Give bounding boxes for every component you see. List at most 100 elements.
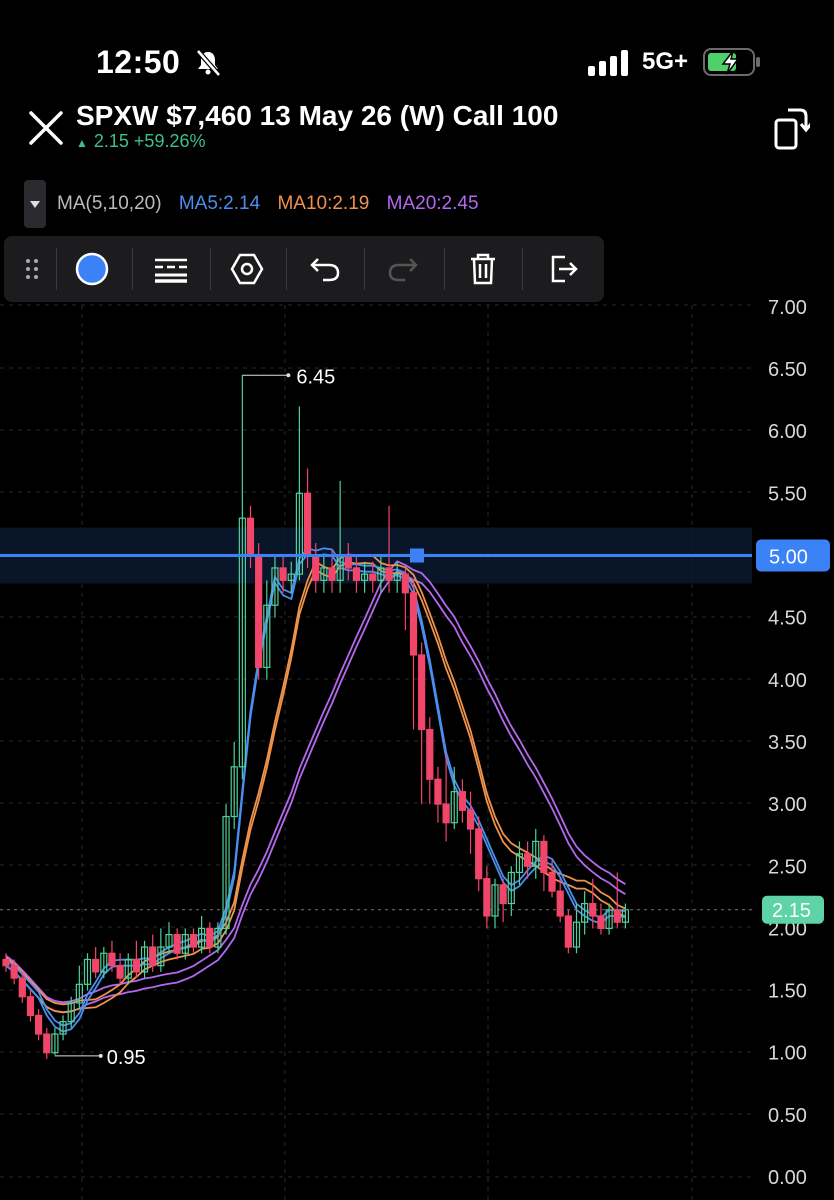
- candle: [75, 965, 83, 1010]
- candle: [255, 543, 263, 680]
- candle-body: [385, 567, 393, 581]
- y-axis-label: 6.50: [768, 359, 807, 381]
- line-style-icon[interactable]: [140, 236, 202, 302]
- candle-body: [246, 517, 255, 557]
- candle-body: [564, 915, 572, 948]
- candle: [418, 642, 426, 805]
- candle-body: [279, 567, 287, 581]
- ma10-line: [5, 561, 626, 1014]
- candle-body: [523, 853, 532, 867]
- candle: [2, 953, 10, 972]
- candle: [597, 903, 605, 935]
- candle-body: [26, 996, 35, 1017]
- redo-icon[interactable]: [372, 236, 434, 302]
- y-axis-label: 7.00: [768, 297, 807, 319]
- candle: [230, 741, 238, 829]
- candle: [173, 928, 181, 960]
- candle-body: [189, 934, 198, 948]
- y-axis-label: 5.50: [768, 483, 807, 505]
- candle-body: [540, 840, 548, 874]
- candle: [92, 947, 100, 979]
- candle: [189, 928, 198, 954]
- candle: [483, 866, 491, 929]
- candle-body: [499, 884, 507, 905]
- undo-icon[interactable]: [294, 236, 356, 302]
- candle: [409, 580, 418, 730]
- y-axis-label: 6.00: [768, 421, 807, 443]
- high-marker-dot: [286, 373, 291, 378]
- candle-body: [483, 878, 491, 917]
- candle: [475, 816, 483, 892]
- exit-icon[interactable]: [532, 236, 594, 302]
- candle: [507, 866, 515, 916]
- ma20-band-line: [5, 560, 626, 1004]
- y-axis-label: 1.00: [768, 1043, 807, 1065]
- candle-body: [597, 915, 605, 929]
- settings-hexagon-icon[interactable]: [216, 236, 278, 302]
- price-chart[interactable]: 7.00 6.50 6.00 5.50 5.00 4.50 4.00 3.50 3.00 2.50…: [0, 0, 834, 1200]
- candle: [34, 1009, 43, 1041]
- candle-body: [312, 554, 320, 581]
- low-marker-dot: [98, 1053, 103, 1058]
- y-axis-label: 4.00: [768, 670, 807, 692]
- trash-icon[interactable]: [452, 236, 514, 302]
- candle-body: [116, 965, 124, 979]
- candle-body: [206, 927, 214, 948]
- candle-body: [92, 958, 100, 973]
- candle: [532, 828, 540, 879]
- candle: [434, 766, 442, 823]
- last-price-label: 2.15: [772, 900, 811, 922]
- candle-body: [418, 654, 426, 731]
- candle: [491, 878, 499, 929]
- candle-body: [108, 952, 116, 967]
- candle: [499, 878, 507, 923]
- candle: [556, 878, 564, 923]
- y-axis-label: 4.50: [768, 608, 807, 630]
- high-marker-label: 6.45: [296, 366, 335, 388]
- candle: [83, 953, 92, 991]
- candle-body: [255, 554, 263, 668]
- candle: [26, 990, 35, 1022]
- candle: [581, 891, 589, 935]
- candle: [466, 791, 475, 854]
- candle: [401, 567, 409, 631]
- candle: [116, 953, 124, 985]
- line-drag-handle: [410, 548, 424, 563]
- candle-body: [369, 573, 377, 581]
- candle-body: [328, 567, 336, 581]
- candle: [426, 717, 434, 805]
- candle-body: [2, 958, 10, 967]
- candle-body: [18, 977, 26, 998]
- y-axis-label: 2.50: [768, 856, 807, 878]
- candle-body: [613, 909, 621, 923]
- candle: [564, 909, 572, 954]
- candle: [43, 1027, 51, 1059]
- candle: [458, 779, 466, 823]
- candle-body: [43, 1033, 51, 1054]
- candle: [548, 860, 556, 898]
- candle: [51, 1027, 59, 1056]
- candle-body: [442, 803, 450, 824]
- candle-body: [149, 946, 157, 967]
- candle-body: [426, 728, 434, 780]
- candle-body: [10, 965, 18, 979]
- y-axis-label: 0.00: [768, 1167, 807, 1189]
- candle-body: [401, 573, 409, 594]
- color-dot-icon[interactable]: [62, 236, 122, 302]
- y-axis-label: 3.50: [768, 732, 807, 754]
- y-axis-label: 1.50: [768, 981, 807, 1003]
- candle-body: [34, 1014, 43, 1035]
- horizontal-line-label: 5.00: [769, 547, 808, 569]
- y-axis-label: 3.00: [768, 794, 807, 816]
- candle: [303, 468, 312, 568]
- ma10-band-line: [5, 553, 626, 1006]
- candle: [132, 940, 140, 979]
- candle-body: [556, 890, 564, 917]
- candle-body: [344, 554, 352, 569]
- ma5-band-line: [5, 547, 626, 1027]
- drawing-toolbar: [4, 236, 604, 302]
- candle-body: [132, 958, 140, 973]
- candle-body: [303, 492, 312, 557]
- candle-body: [352, 567, 361, 581]
- drag-handle-icon[interactable]: [12, 236, 52, 302]
